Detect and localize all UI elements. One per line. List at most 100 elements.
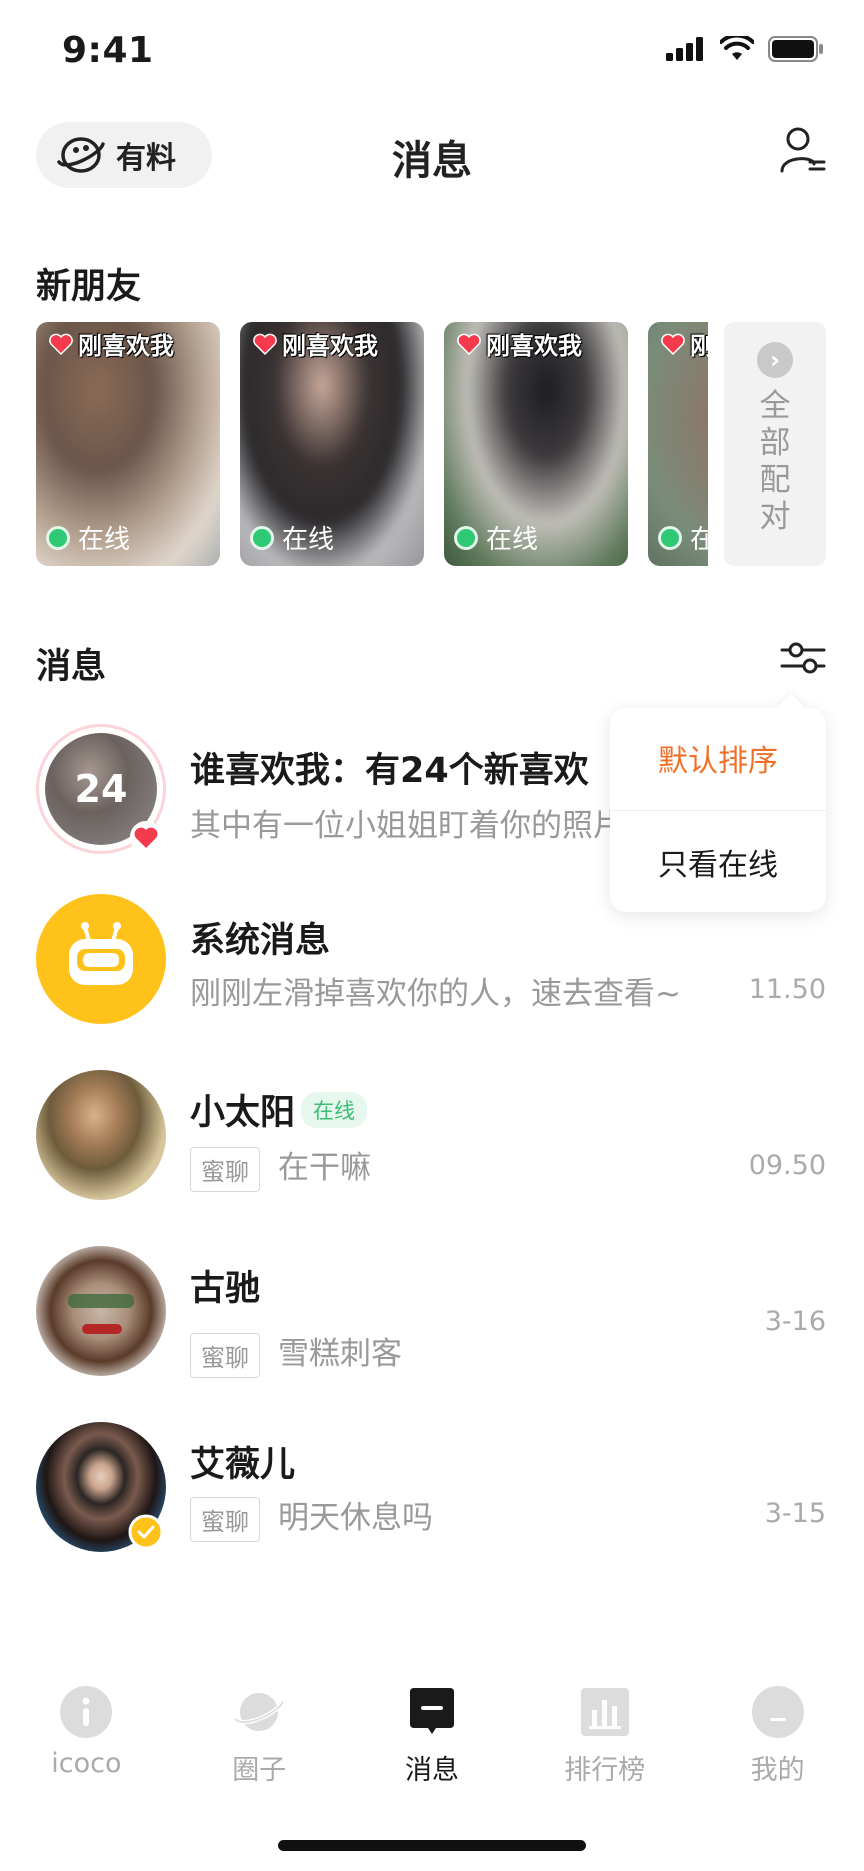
likes-count: 24: [74, 767, 128, 811]
list-item-chat[interactable]: 小太阳 在线 蜜聊 在干嘛 09.50: [0, 1070, 864, 1220]
message-title: 小太阳 在线: [190, 1084, 368, 1135]
tab-label: icoco: [51, 1748, 122, 1779]
card-online-label: 在线: [282, 525, 335, 555]
battery-icon: [768, 36, 823, 62]
tab-label: 我的: [750, 1755, 805, 1786]
heart-icon: [253, 333, 277, 355]
tab-messages[interactable]: 消息: [346, 1686, 519, 1806]
message-preview-row: 蜜聊 雪糕刺客: [190, 1328, 402, 1378]
tab-circle[interactable]: 圈子: [173, 1686, 346, 1806]
header: 有料 消息: [0, 110, 864, 200]
card-tag: 刚喜欢我: [48, 326, 174, 361]
message-time: 11.50: [748, 974, 826, 1005]
message-preview: 其中有一位小姐姐盯着你的照片: [190, 808, 610, 844]
messages-title: 消息: [36, 647, 107, 687]
card-online-label: 在线: [486, 525, 539, 555]
tab-leaderboard[interactable]: 排行榜: [518, 1686, 691, 1806]
new-friends-row: 刚喜欢我 在线 刚喜欢我 在线 刚喜欢我 在线 刚喜欢我: [36, 322, 708, 568]
list-item-chat[interactable]: 艾薇儿 蜜聊 明天休息吗 3-15: [0, 1422, 864, 1572]
status-time: 9:41: [62, 30, 154, 71]
card-tag-label: 刚喜欢我: [282, 332, 378, 360]
tab-bar: icoco 圈子 消息 排行榜 我的: [0, 1686, 864, 1806]
online-dot-icon: [658, 525, 682, 550]
message-preview: 明天休息吗: [278, 1500, 433, 1536]
tab-label: 排行榜: [564, 1755, 646, 1786]
filter-sliders-icon: [780, 642, 826, 674]
contacts-button[interactable]: [780, 126, 826, 178]
contact-name: 小太阳: [190, 1093, 296, 1133]
verified-badge-icon: [128, 1514, 164, 1550]
message-title: 谁喜欢我：有24个新喜欢: [190, 751, 589, 791]
page-title: 消息: [392, 138, 472, 184]
card-online-label: 在线: [78, 525, 131, 555]
card-online-status: 在线: [250, 519, 334, 556]
message-preview: 雪糕刺客: [278, 1336, 402, 1372]
online-dot-icon: [454, 525, 478, 550]
online-dot-icon: [250, 525, 274, 550]
message-time: 3-16: [764, 1306, 826, 1337]
message-time: 09.50: [748, 1150, 826, 1181]
friend-card[interactable]: 刚喜欢我 在线: [444, 322, 628, 566]
robot-icon: [69, 922, 133, 985]
card-tag: 刚喜欢我: [252, 326, 378, 361]
friend-card[interactable]: 刚喜欢我 在线: [648, 322, 708, 566]
all-matches-button[interactable]: › 全部配对: [724, 322, 826, 566]
card-tag-label: 刚喜欢我: [78, 332, 174, 360]
friend-card[interactable]: 刚喜欢我 在线: [240, 322, 424, 566]
status-icons: [666, 36, 824, 62]
chat-avatar: [36, 1246, 166, 1376]
message-icon: [406, 1686, 458, 1738]
heart-icon: [49, 333, 73, 355]
message-title: 艾薇儿: [190, 1445, 296, 1485]
chart-icon: [579, 1686, 631, 1738]
friend-card[interactable]: 刚喜欢我 在线: [36, 322, 220, 566]
card-tag: 刚喜欢我: [660, 326, 708, 361]
message-title: 古驰: [190, 1269, 261, 1309]
planet-icon: [233, 1686, 286, 1738]
card-online-status: 在线: [658, 519, 708, 556]
chat-avatar: [36, 1070, 166, 1200]
sort-menu: 默认排序 只看在线: [610, 693, 826, 912]
new-friends-title: 新朋友: [36, 267, 142, 307]
card-tag: 刚喜欢我: [456, 326, 582, 361]
info-icon: [60, 1686, 113, 1738]
list-item-system-message[interactable]: 系统消息 刚刚左滑掉喜欢你的人，速去查看~ 11.50: [0, 894, 864, 1044]
card-online-status: 在线: [454, 519, 538, 556]
message-time: 3-15: [764, 1498, 826, 1529]
contacts-icon: [780, 127, 826, 173]
heart-icon: [661, 333, 685, 355]
chat-type-tag: 蜜聊: [190, 1333, 260, 1378]
card-tag-label: 刚喜欢我: [486, 332, 582, 360]
chat-type-tag: 蜜聊: [190, 1497, 260, 1542]
message-title: 系统消息: [190, 921, 331, 961]
filter-button[interactable]: [780, 638, 826, 682]
message-preview-row: 蜜聊 明天休息吗: [190, 1492, 433, 1542]
message-preview-row: 蜜聊 在干嘛: [190, 1142, 371, 1192]
card-online-label: 在线: [690, 525, 708, 555]
tab-label: 消息: [404, 1755, 459, 1786]
chevron-right-icon: ›: [757, 342, 793, 378]
online-dot-icon: [46, 525, 70, 550]
system-avatar: [36, 894, 166, 1024]
status-bar: 9:41: [0, 0, 864, 100]
wifi-icon: [720, 36, 754, 60]
card-tag-label: 刚喜欢我: [690, 332, 708, 360]
all-matches-label: 全部配对: [759, 388, 791, 535]
tab-label: 圈子: [232, 1755, 287, 1786]
heart-badge-icon: [130, 821, 162, 853]
heart-icon: [457, 333, 481, 355]
chat-type-tag: 蜜聊: [190, 1147, 260, 1192]
divider: [610, 810, 826, 811]
online-badge: 在线: [301, 1092, 368, 1128]
cellular-signal-icon: [666, 37, 703, 61]
message-preview: 在干嘛: [278, 1150, 371, 1186]
message-preview: 刚刚左滑掉喜欢你的人，速去查看~: [190, 976, 681, 1012]
tab-profile[interactable]: 我的: [691, 1686, 864, 1806]
home-indicator: [278, 1840, 586, 1851]
profile-icon: [751, 1686, 804, 1738]
tab-icoco[interactable]: icoco: [0, 1686, 173, 1806]
sort-option-default[interactable]: 默认排序: [610, 708, 826, 808]
list-item-chat[interactable]: 古驰 蜜聊 雪糕刺客 3-16: [0, 1246, 864, 1396]
card-online-status: 在线: [46, 519, 130, 556]
sort-option-online-only[interactable]: 只看在线: [610, 812, 826, 912]
